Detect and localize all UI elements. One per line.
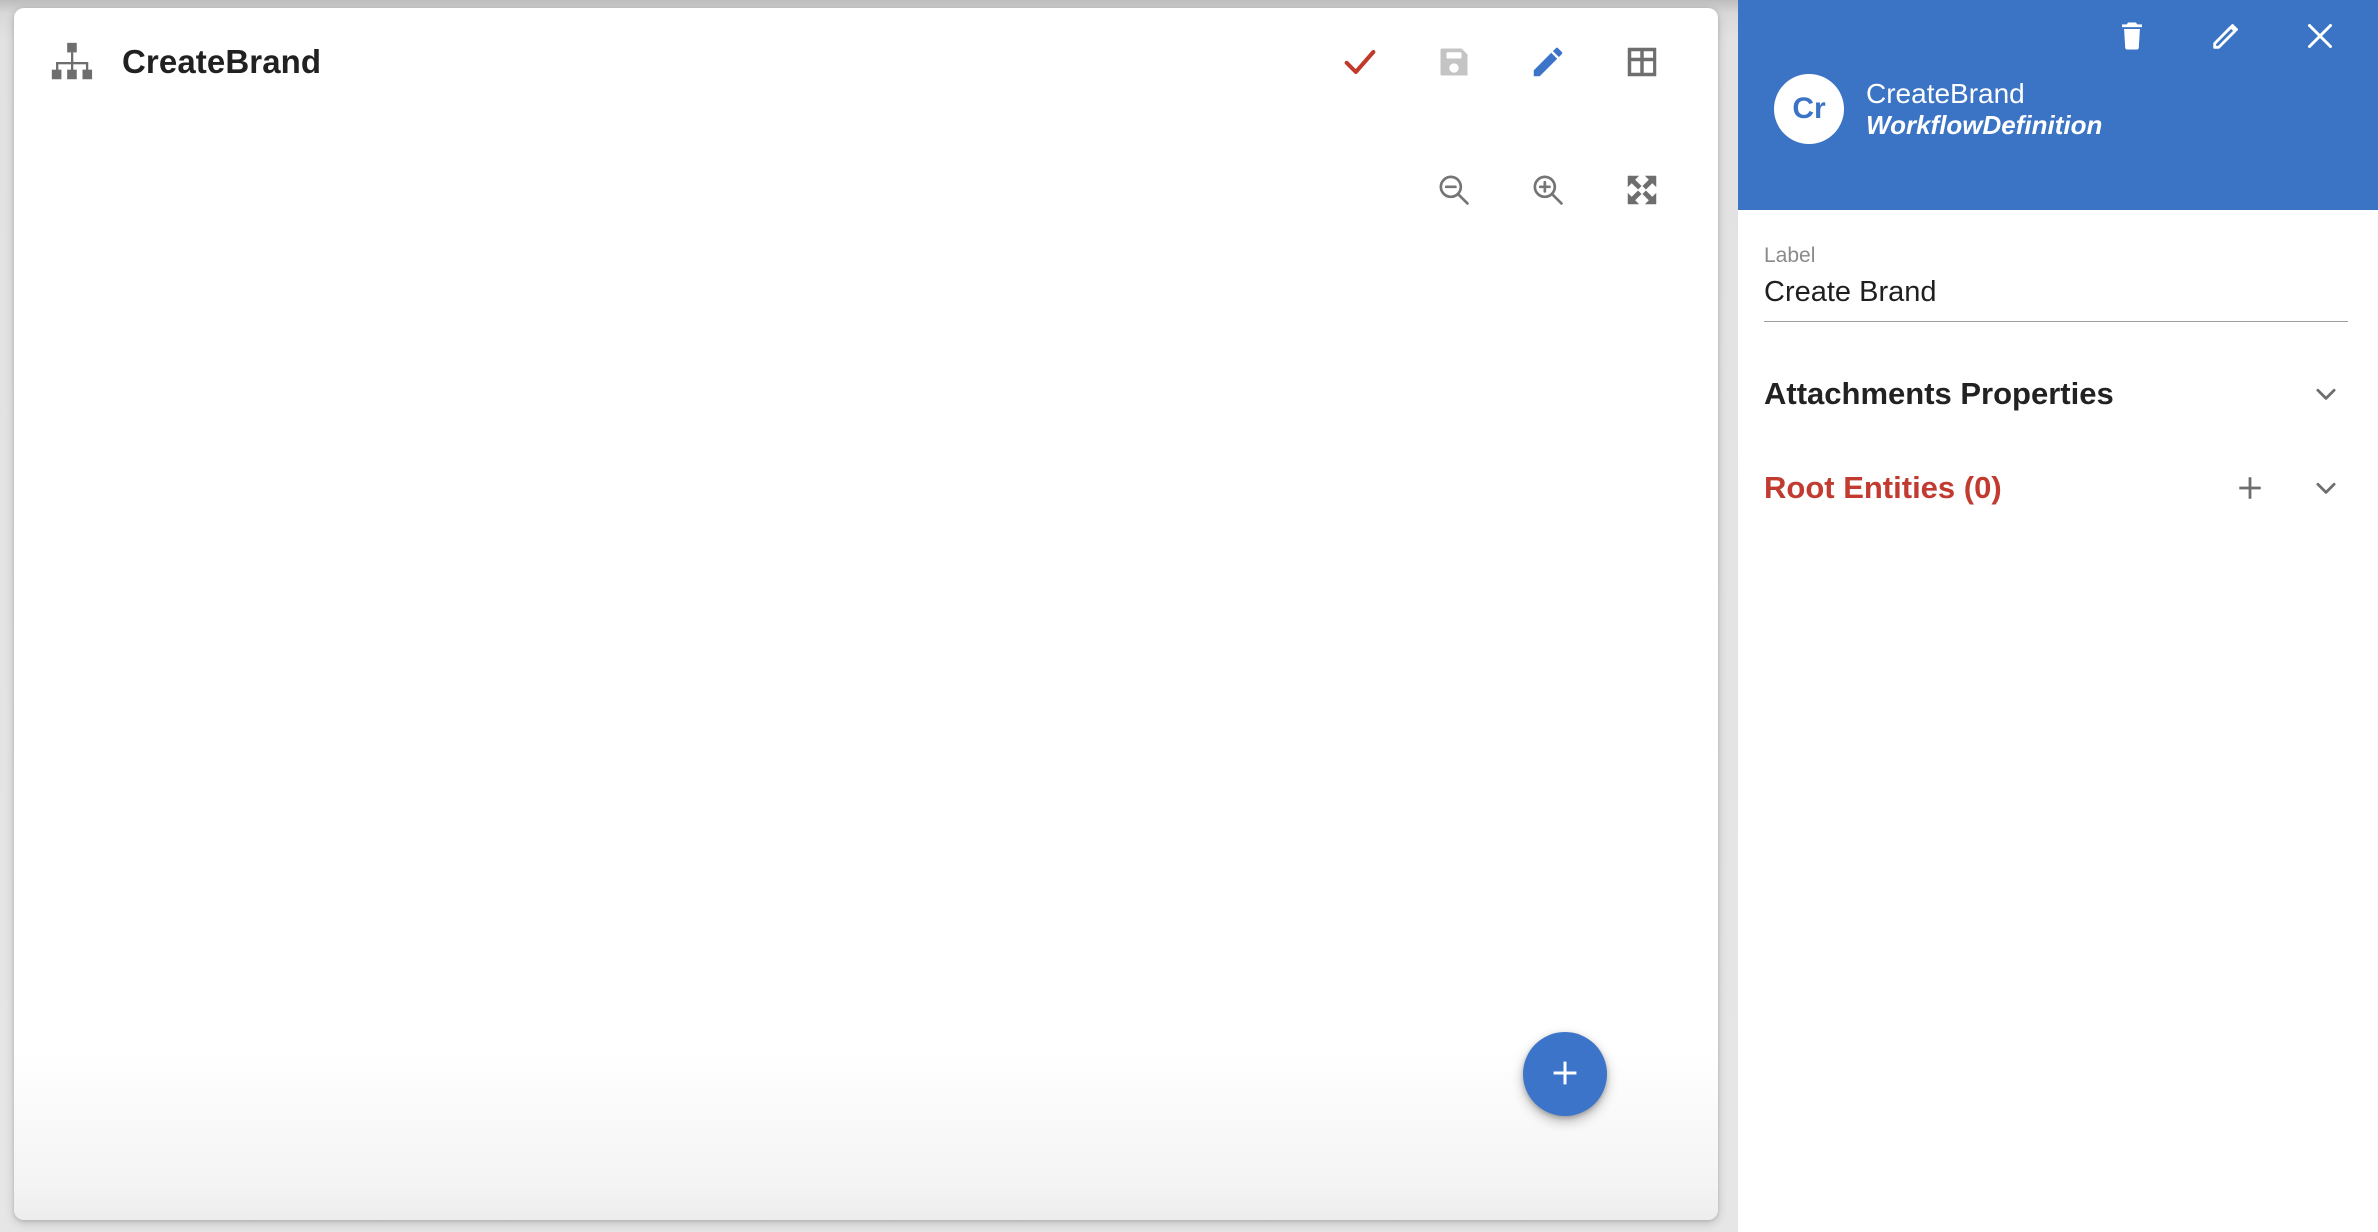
label-field-value[interactable]: Create Brand (1764, 276, 2348, 322)
editor-header: CreateBrand (14, 8, 1718, 116)
section-actions (2304, 372, 2348, 416)
trash-icon (2115, 19, 2149, 53)
chevron-down-icon (2311, 379, 2341, 409)
details-panel-actions (1764, 0, 2352, 58)
hierarchy-icon (48, 39, 94, 85)
editor-toolbar (1336, 38, 1690, 86)
table-grid-icon (1623, 43, 1661, 81)
details-panel: Cr CreateBrand WorkflowDefinition Label … (1738, 0, 2378, 1232)
pencil-icon (1529, 43, 1567, 81)
entity-name: CreateBrand (1866, 77, 2102, 110)
chevron-down-icon (2311, 473, 2341, 503)
entity-identity-text: CreateBrand WorkflowDefinition (1866, 77, 2102, 141)
details-panel-header: Cr CreateBrand WorkflowDefinition (1738, 0, 2378, 210)
section-title: Attachments Properties (1764, 376, 2114, 412)
workflow-editor-card: CreateBrand (14, 8, 1718, 1220)
workflow-canvas[interactable] (14, 116, 1718, 1220)
plus-icon (2234, 472, 2266, 504)
label-field: Label Create Brand (1764, 244, 2348, 322)
edit-button[interactable] (1524, 38, 1572, 86)
section-title: Root Entities (0) (1764, 470, 2002, 506)
close-button[interactable] (2298, 14, 2342, 58)
add-node-fab[interactable] (1523, 1032, 1607, 1116)
pencil-icon (2209, 19, 2243, 53)
section-attachments-properties[interactable]: Attachments Properties (1764, 372, 2348, 416)
table-view-button[interactable] (1618, 38, 1666, 86)
plus-icon (1548, 1056, 1582, 1093)
validate-button[interactable] (1336, 38, 1384, 86)
avatar: Cr (1774, 74, 1844, 144)
entity-identity: Cr CreateBrand WorkflowDefinition (1764, 74, 2352, 144)
details-panel-body: Label Create Brand Attachments Propertie… (1738, 210, 2378, 510)
collapse-toggle-button[interactable] (2304, 372, 2348, 416)
page-title: CreateBrand (122, 43, 321, 81)
delete-button[interactable] (2110, 14, 2154, 58)
edit-button[interactable] (2204, 14, 2248, 58)
save-button[interactable] (1430, 38, 1478, 86)
collapse-toggle-button[interactable] (2304, 466, 2348, 510)
check-icon (1340, 42, 1380, 82)
section-actions (2228, 466, 2348, 510)
add-root-entity-button[interactable] (2228, 466, 2272, 510)
section-root-entities[interactable]: Root Entities (0) (1764, 466, 2348, 510)
entity-type: WorkflowDefinition (1866, 110, 2102, 141)
save-disk-icon (1436, 44, 1472, 80)
close-icon (2302, 18, 2338, 54)
label-field-caption: Label (1764, 244, 2348, 268)
